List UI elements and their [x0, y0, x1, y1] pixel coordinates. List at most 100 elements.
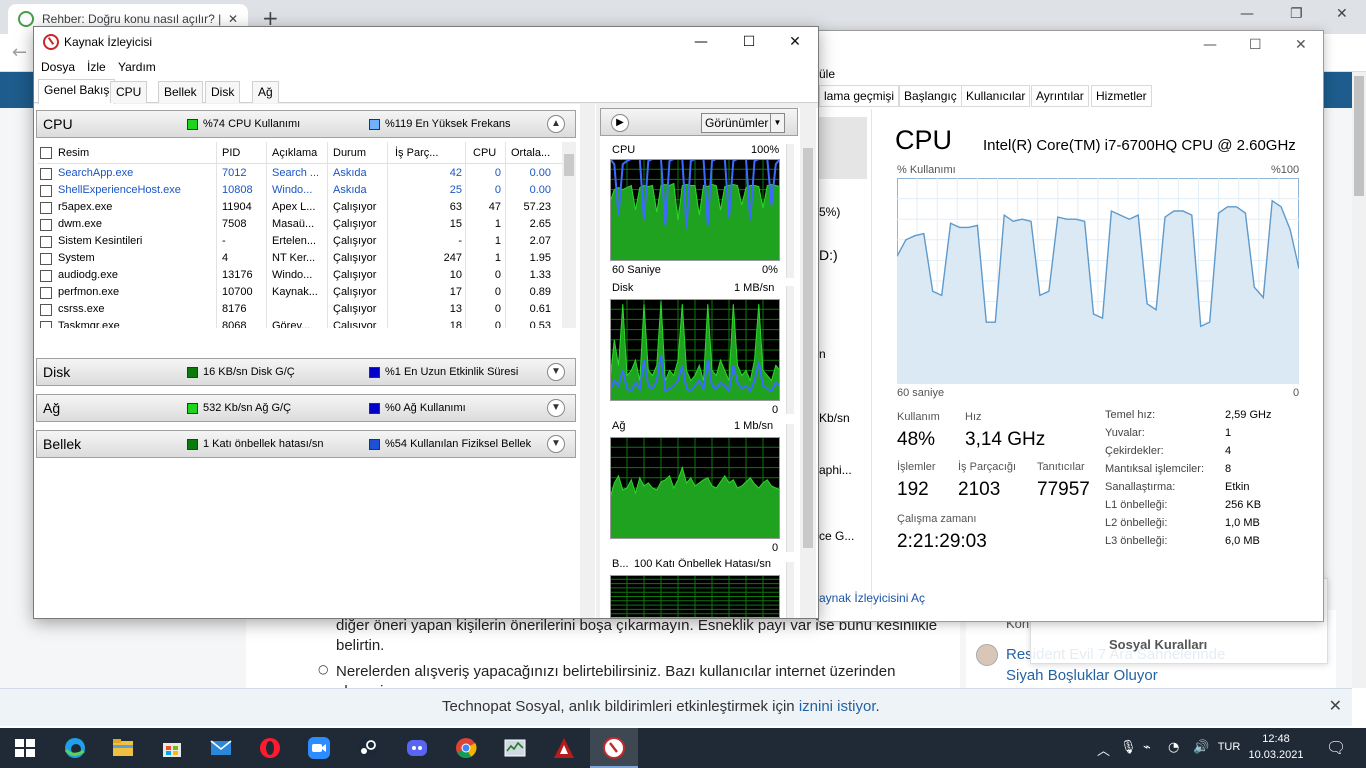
tab-users[interactable]: Kullanıcılar: [961, 85, 1031, 107]
wifi-icon[interactable]: ◔: [1168, 740, 1179, 755]
volume-icon[interactable]: 🔊: [1193, 740, 1209, 755]
table-row[interactable]: audiodg.exe 13176 Windo... Çalışıyor 10 0 1.33: [38, 268, 564, 285]
tab-startup[interactable]: Başlangıç: [899, 85, 962, 107]
resource-monitor-taskbar-icon[interactable]: [602, 736, 626, 760]
table-row[interactable]: r5apex.exe 11904 Apex L... Çalışıyor 63 47 57.…: [38, 200, 564, 217]
disk-section-header[interactable]: Disk 16 KB/sn Disk G/Ç %1 En Uzun Etkinl…: [36, 358, 576, 386]
column-header-cpu[interactable]: CPU: [473, 147, 496, 159]
menu-monitor[interactable]: İzle: [87, 60, 106, 74]
row-checkbox[interactable]: [40, 304, 52, 316]
browser-restore-button[interactable]: ❐: [1290, 6, 1303, 22]
table-row[interactable]: csrss.exe 8176 Çalışıyor 13 0 0.61: [38, 302, 564, 319]
back-arrow-icon[interactable]: ←: [12, 42, 27, 63]
clock-date[interactable]: 10.03.2021: [1246, 749, 1306, 761]
opera-browser-icon[interactable]: [258, 736, 282, 760]
edge-browser-icon[interactable]: [63, 736, 87, 760]
menu-file[interactable]: Dosya: [41, 60, 75, 74]
tab-close-icon[interactable]: ✕: [228, 12, 238, 26]
row-checkbox[interactable]: [40, 287, 52, 299]
tab-cpu[interactable]: CPU: [110, 81, 148, 103]
language-indicator[interactable]: TUR: [1214, 741, 1244, 753]
chrome-icon[interactable]: [454, 736, 478, 760]
notification-close-button[interactable]: ✕: [1329, 696, 1342, 716]
action-center-icon[interactable]: 🗨: [1326, 738, 1346, 757]
minimize-button[interactable]: —: [678, 31, 724, 55]
row-checkbox[interactable]: [40, 202, 52, 214]
collapse-graphs-icon[interactable]: ▶: [611, 114, 629, 132]
network-section-header[interactable]: Ağ 532 Kb/sn Ağ G/Ç %0 Ağ Kullanımı ▼: [36, 394, 576, 422]
table-row[interactable]: ShellExperienceHost.exe 10808 Windo... Askı…: [38, 183, 564, 200]
column-header-status[interactable]: Durum: [333, 147, 366, 159]
tm-selected-resource[interactable]: [819, 117, 867, 179]
graph-scrollbar[interactable]: [786, 144, 794, 278]
row-checkbox[interactable]: [40, 185, 52, 197]
task-manager-app-icon[interactable]: [503, 736, 527, 760]
row-checkbox[interactable]: [40, 236, 52, 248]
menu-help[interactable]: Yardım: [118, 60, 156, 74]
maximize-button[interactable]: ☐: [726, 31, 772, 55]
table-row[interactable]: perfmon.exe 10700 Kaynak... Çalışıyor 17 0 0.8…: [38, 285, 564, 302]
resmon-title-bar[interactable]: Kaynak İzleyicisi — ☐ ✕: [34, 27, 818, 57]
table-row[interactable]: Taskmgr.exe 8068 Görev... Çalışıyor 18 0 0.53: [38, 319, 564, 328]
microsoft-store-icon[interactable]: [160, 736, 184, 760]
table-row[interactable]: SearchApp.exe 7012 Search ... Askıda 42 0 0.00: [38, 166, 564, 183]
clock-time[interactable]: 12:48: [1246, 733, 1306, 745]
page-scrollbar[interactable]: [1352, 72, 1366, 688]
network-status-icon[interactable]: ⌁: [1143, 740, 1151, 755]
overview-scrollbar[interactable]: [580, 104, 595, 618]
select-all-checkbox[interactable]: [40, 147, 52, 159]
mail-icon[interactable]: [209, 736, 233, 760]
notification-permission-link[interactable]: iznini istiyor: [799, 698, 876, 715]
resource-monitor-window[interactable]: Kaynak İzleyicisi — ☐ ✕ Dosya İzle Yardı…: [33, 26, 819, 619]
microphone-icon[interactable]: 🎙: [1120, 740, 1137, 755]
tab-disk[interactable]: Disk: [205, 81, 241, 103]
collapse-chevron-icon[interactable]: ▲: [547, 115, 565, 133]
column-header-threads[interactable]: İş Parç...: [395, 147, 438, 159]
row-checkbox[interactable]: [40, 168, 52, 180]
table-row[interactable]: System 4 NT Ker... Çalışıyor 247 1 1.95: [38, 251, 564, 268]
zoom-icon[interactable]: [307, 736, 331, 760]
graph-scrollbar[interactable]: [786, 424, 794, 552]
column-header-description[interactable]: Açıklama: [272, 147, 317, 159]
row-checkbox[interactable]: [40, 321, 52, 328]
expand-chevron-icon[interactable]: ▼: [547, 363, 565, 381]
tab-memory[interactable]: Bellek: [158, 81, 203, 103]
tab-services[interactable]: Hizmetler: [1091, 85, 1152, 107]
column-header-pid[interactable]: PID: [222, 147, 240, 159]
steam-icon[interactable]: [356, 736, 380, 760]
table-row[interactable]: Sistem Kesintileri - Ertelen... Çalışıyor - 1…: [38, 234, 564, 251]
row-checkbox[interactable]: [40, 253, 52, 265]
graph-scrollbar[interactable]: [786, 562, 794, 618]
expand-chevron-icon[interactable]: ▼: [547, 399, 565, 417]
table-row[interactable]: dwm.exe 7508 Masaü... Çalışıyor 15 1 2.65: [38, 217, 564, 234]
process-table-scrollbar[interactable]: [562, 142, 576, 328]
views-dropdown[interactable]: Görünümler ▼: [701, 113, 785, 133]
tab-app-history[interactable]: lama geçmişi: [819, 85, 900, 107]
column-header-image[interactable]: Resim: [58, 147, 89, 159]
row-checkbox[interactable]: [40, 219, 52, 231]
cpu-section-header[interactable]: CPU %74 CPU Kullanımı %119 En Yüksek Fre…: [36, 110, 576, 138]
browser-close-button[interactable]: ✕: [1336, 6, 1348, 22]
task-manager-window[interactable]: — ☐ ✕ üle lama geçmişi Başlangıç Kullanı…: [818, 30, 1324, 622]
dropdown-arrow-icon[interactable]: ▼: [770, 114, 784, 132]
tab-network[interactable]: Ağ: [252, 81, 279, 103]
graphs-scrollbar[interactable]: [800, 108, 816, 618]
open-resource-monitor-link[interactable]: aynak İzleyicisini Aç: [819, 591, 925, 605]
tm-maximize-button[interactable]: ☐: [1249, 37, 1262, 53]
memory-section-header[interactable]: Bellek 1 Katı önbellek hatası/sn %54 Kul…: [36, 430, 576, 458]
tab-details[interactable]: Ayrıntılar: [1031, 85, 1089, 107]
tray-overflow-icon[interactable]: ︿: [1097, 740, 1110, 759]
expand-chevron-icon[interactable]: ▼: [547, 435, 565, 453]
close-button[interactable]: ✕: [772, 31, 818, 55]
apex-legends-icon[interactable]: [552, 736, 576, 760]
browser-minimize-button[interactable]: —: [1240, 6, 1254, 22]
tab-overview[interactable]: Genel Bakış: [38, 79, 116, 104]
column-header-average-cpu[interactable]: Ortala...: [511, 147, 550, 159]
tm-minimize-button[interactable]: —: [1203, 37, 1217, 53]
tm-close-button[interactable]: ✕: [1295, 37, 1307, 53]
file-explorer-icon[interactable]: [111, 736, 135, 760]
discord-icon[interactable]: [405, 736, 429, 760]
windows-start-icon[interactable]: [13, 736, 37, 760]
row-checkbox[interactable]: [40, 270, 52, 282]
graph-scrollbar[interactable]: [786, 286, 794, 414]
